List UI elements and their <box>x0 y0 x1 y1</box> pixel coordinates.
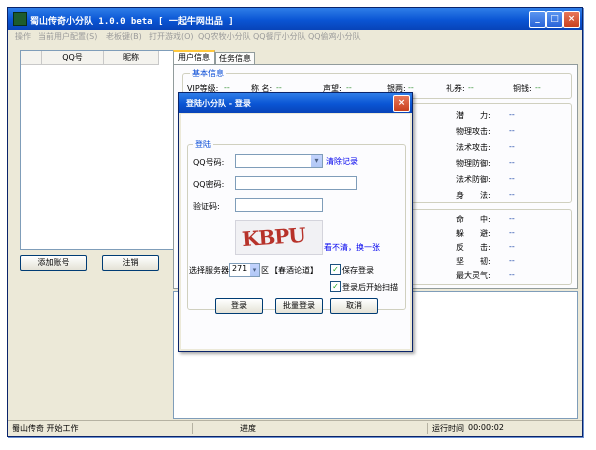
add-account-button[interactable]: 添加账号 <box>20 255 87 271</box>
menu-restaurant-team[interactable]: QQ餐厅小分队 <box>253 31 306 42</box>
dodge-label: 躲 避: <box>456 229 491 238</box>
agility-value: -- <box>509 190 515 199</box>
copper-value: -- <box>535 83 541 92</box>
title-bar[interactable]: 蜀山传奇小分队 1.0.0 beta [ 一起牛网出品 ] _ □ × <box>8 8 582 30</box>
max-spirit-label: 最大灵气: <box>456 271 491 280</box>
list-header-qq[interactable]: QQ号 <box>42 51 104 65</box>
counter-value: -- <box>509 242 515 251</box>
toughness-value: -- <box>509 256 515 265</box>
captcha-input[interactable] <box>235 198 323 212</box>
cancel-button[interactable]: 取消 <box>330 298 378 314</box>
close-button[interactable]: × <box>563 11 580 28</box>
dialog-body: 登陆 QQ号码: ▾ 清除记录 QQ密码: 验证码: KBPU 看不清，换一张 … <box>181 114 410 349</box>
server-select[interactable]: 271 ▾ <box>229 263 260 277</box>
magic-defense-value: -- <box>509 174 515 183</box>
copper-label: 铜钱: <box>513 84 532 93</box>
agility-label: 身 法: <box>456 191 491 200</box>
captcha-label: 验证码: <box>193 202 220 211</box>
login-button[interactable]: 登录 <box>215 298 263 314</box>
auto-scan-label: 登录后开始扫描 <box>342 283 398 292</box>
maximize-button[interactable]: □ <box>546 11 563 28</box>
coupon-value: -- <box>468 83 474 92</box>
menu-bar: 操作 当前用户配置(S) 老板键(B) 打开游戏(O) QQ农牧小分队 QQ餐厅… <box>8 30 582 44</box>
potential-label: 潜 力: <box>456 111 491 120</box>
coupon-label: 礼券: <box>446 84 465 93</box>
toughness-label: 坚 韧: <box>456 257 491 266</box>
basic-info-title: 基本信息 <box>190 68 226 79</box>
password-input[interactable] <box>235 176 357 190</box>
qq-label: QQ号码: <box>193 158 225 167</box>
hit-label: 命 中: <box>456 215 491 224</box>
dialog-title: 登陆小分队 - 登录 <box>186 99 251 108</box>
menu-farm-team[interactable]: QQ农牧小分队 <box>198 31 251 42</box>
magic-defense-label: 法术防御: <box>456 175 491 184</box>
potential-value: -- <box>509 110 515 119</box>
counter-label: 反 击: <box>456 243 491 252</box>
progress-label: 进度 <box>196 423 428 434</box>
auto-scan-checkbox[interactable]: ✓ <box>330 281 341 292</box>
zone-suffix: 区 <box>261 266 269 275</box>
qq-number-combo[interactable]: ▾ <box>235 154 323 168</box>
menu-steal-team[interactable]: QQ偷鸡小分队 <box>308 31 361 42</box>
status-text: 蜀山传奇 开始工作 <box>12 423 193 434</box>
refresh-captcha-link[interactable]: 看不清，换一张 <box>324 242 380 253</box>
status-bar: 蜀山传奇 开始工作 进度 运行时间 00:00:02 <box>8 420 582 437</box>
hit-value: -- <box>509 214 515 223</box>
logout-button[interactable]: 注销 <box>102 255 159 271</box>
menu-boss-key[interactable]: 老板键(B) <box>106 31 142 42</box>
vip-level-value: -- <box>224 83 230 92</box>
menu-operate[interactable]: 操作 <box>15 31 31 42</box>
tab-user-info[interactable]: 用户信息 <box>173 50 215 65</box>
magic-attack-label: 法术攻击: <box>456 143 491 152</box>
title-name-value: -- <box>276 83 282 92</box>
account-list[interactable]: QQ号 昵称 <box>20 50 174 250</box>
runtime-value: 00:00:02 <box>468 423 504 432</box>
reputation-value: -- <box>346 83 352 92</box>
minimize-button[interactable]: _ <box>529 11 546 28</box>
clear-records-link[interactable]: 清除记录 <box>326 156 358 167</box>
list-header-blank <box>21 51 42 65</box>
login-dialog: 登陆小分队 - 登录 × 登陆 QQ号码: ▾ 清除记录 QQ密码: 验证码: … <box>178 92 413 352</box>
captcha-text: KBPU <box>241 222 306 252</box>
max-spirit-value: -- <box>509 270 515 279</box>
server-value: 271 <box>232 264 248 273</box>
runtime-label: 运行时间 <box>432 424 464 433</box>
list-header-nickname[interactable]: 昵称 <box>104 51 159 65</box>
phys-attack-label: 物理攻击: <box>456 127 491 136</box>
captcha-image: KBPU <box>235 220 323 255</box>
chevron-down-icon[interactable]: ▾ <box>250 264 259 276</box>
dialog-close-button[interactable]: × <box>393 95 410 112</box>
chevron-down-icon[interactable]: ▾ <box>311 155 322 167</box>
magic-attack-value: -- <box>509 142 515 151</box>
phys-defense-label: 物理防御: <box>456 159 491 168</box>
save-login-label: 保存登录 <box>342 266 374 275</box>
window-title: 蜀山传奇小分队 1.0.0 beta [ 一起牛网出品 ] <box>30 17 234 27</box>
server-label: 选择服务器 <box>189 266 229 275</box>
dodge-value: -- <box>509 228 515 237</box>
phys-attack-value: -- <box>509 126 515 135</box>
server-name: 【春酒论道】 <box>270 266 318 275</box>
password-label: QQ密码: <box>193 180 225 189</box>
dialog-title-bar[interactable]: 登陆小分队 - 登录 × <box>179 93 412 113</box>
batch-login-button[interactable]: 批量登录 <box>275 298 323 314</box>
login-group-title: 登陆 <box>193 139 213 150</box>
menu-open-game[interactable]: 打开游戏(O) <box>149 31 194 42</box>
phys-defense-value: -- <box>509 158 515 167</box>
save-login-checkbox[interactable]: ✓ <box>330 264 341 275</box>
silver-value: -- <box>408 83 414 92</box>
app-icon <box>13 12 27 26</box>
menu-user-config[interactable]: 当前用户配置(S) <box>38 31 97 42</box>
